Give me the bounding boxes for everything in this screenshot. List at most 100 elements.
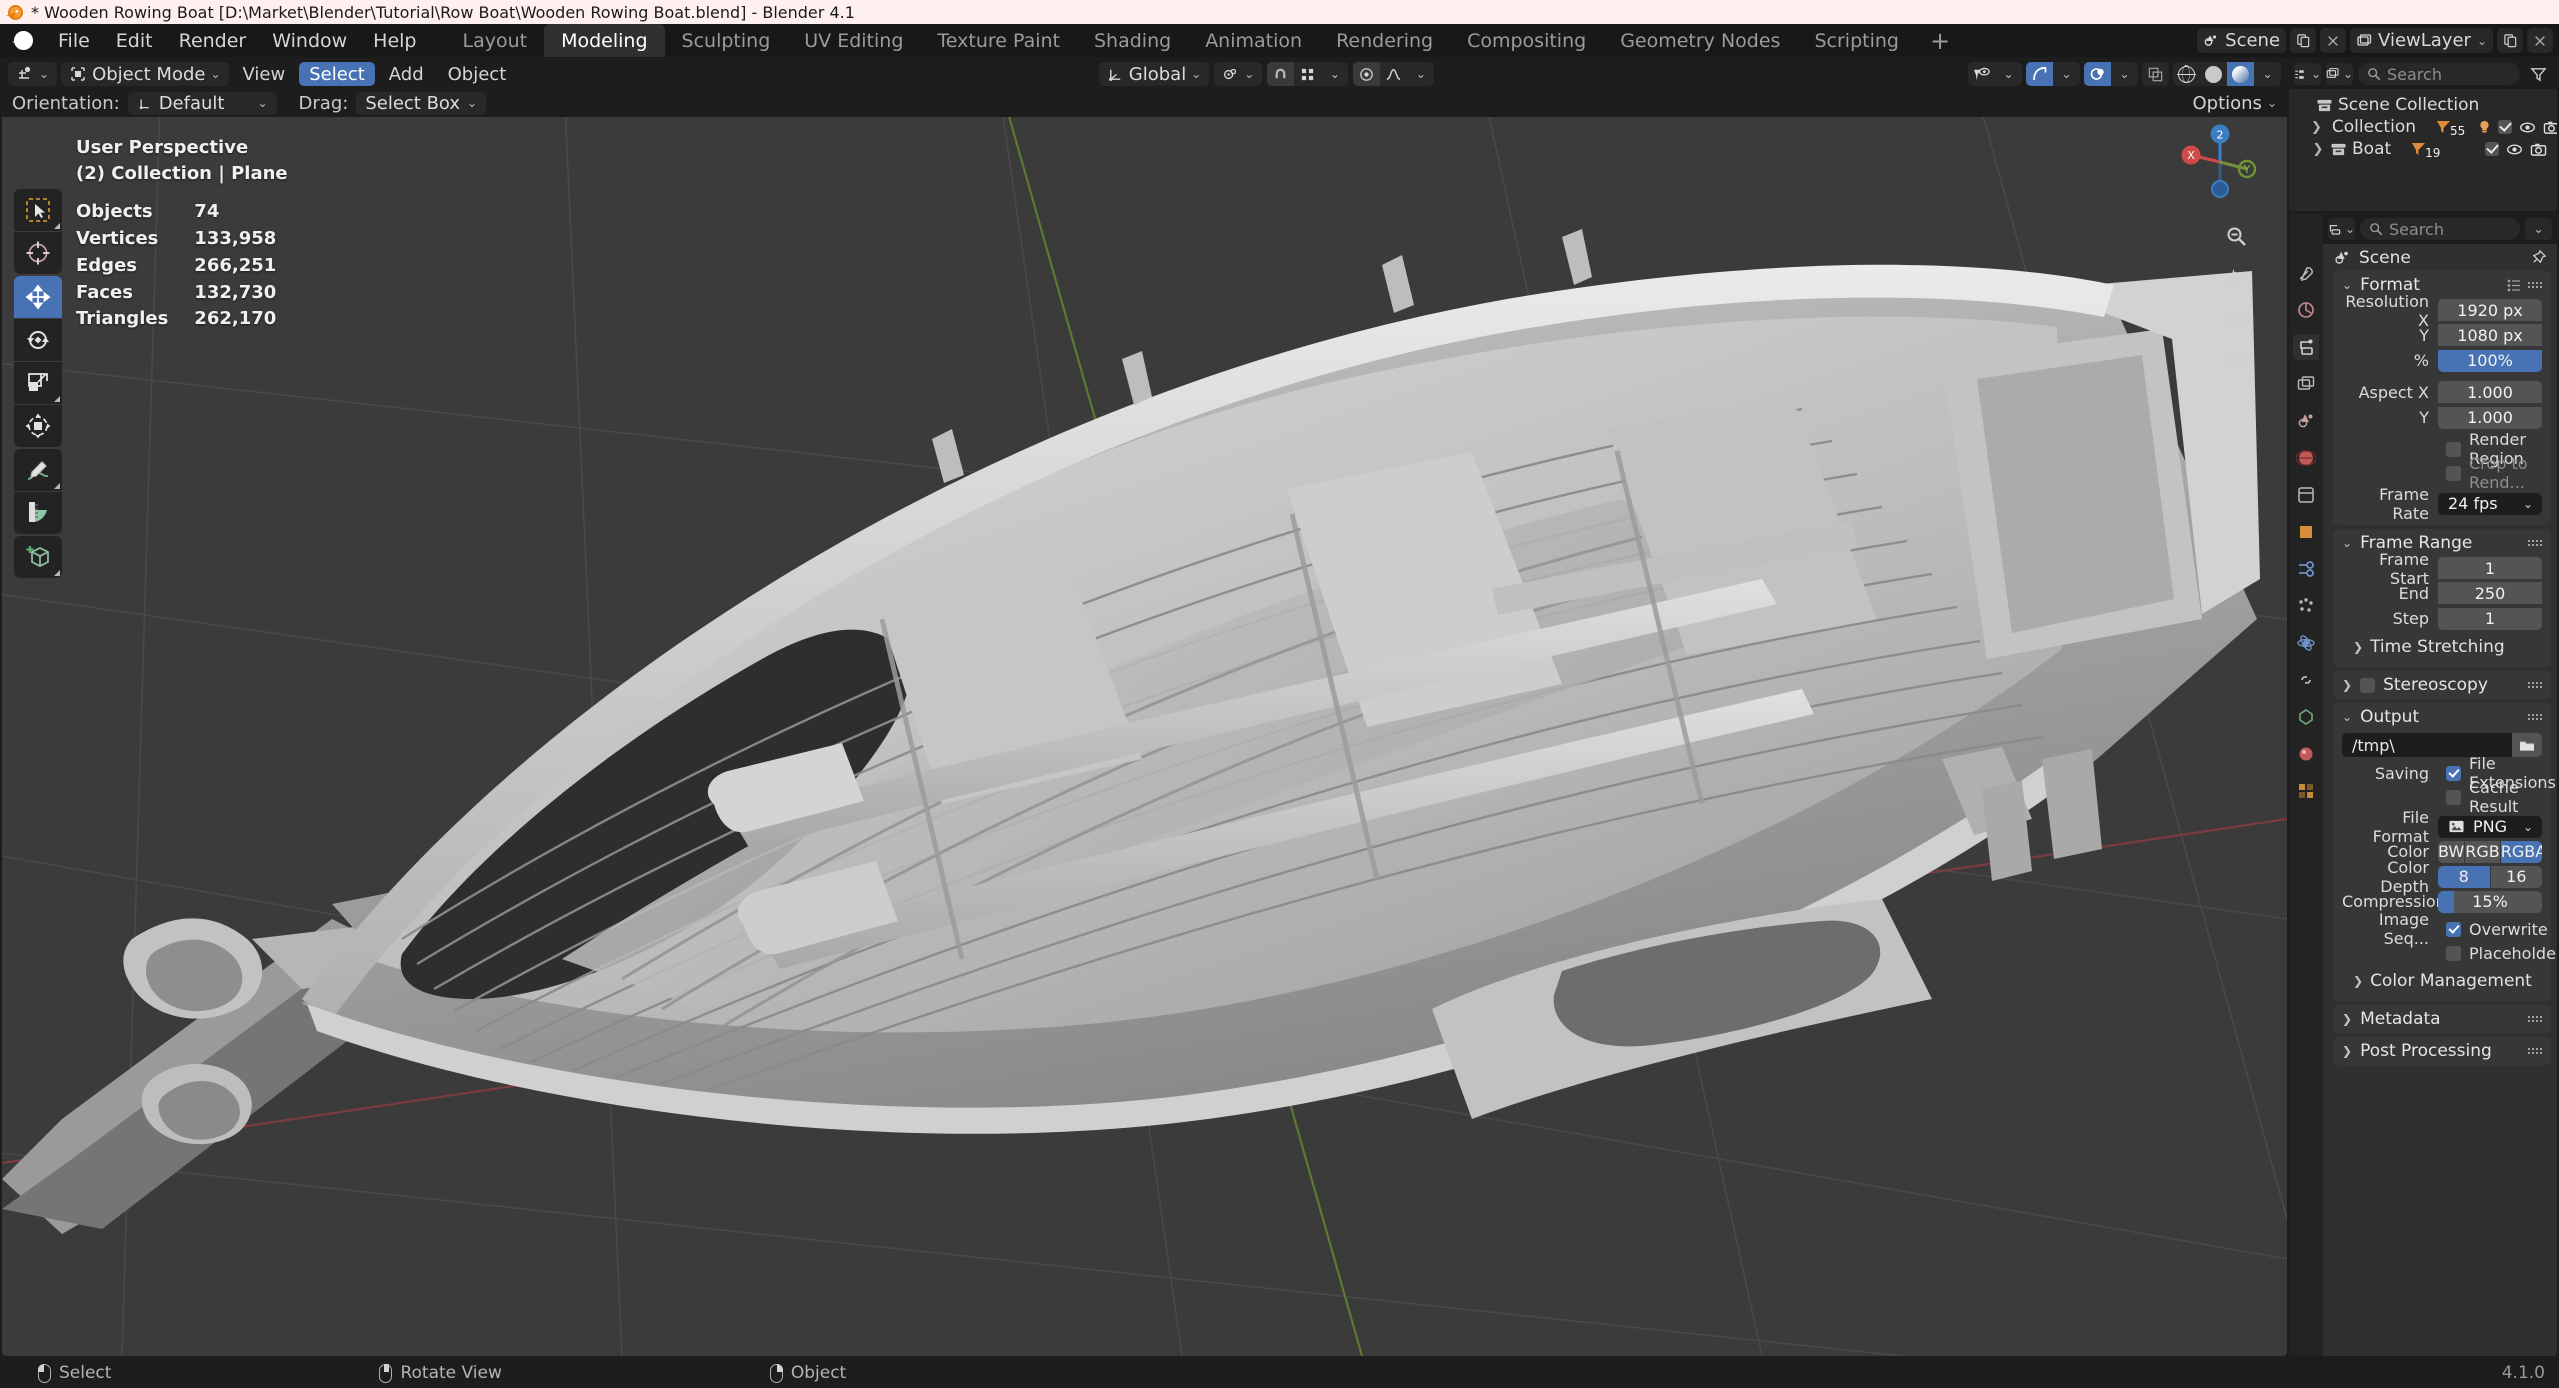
new-scene-button[interactable] bbox=[2290, 28, 2317, 53]
gizmo-controls[interactable]: ⌄ bbox=[2026, 62, 2080, 86]
move-tool[interactable] bbox=[14, 276, 62, 318]
move-view-icon[interactable] bbox=[2221, 263, 2251, 293]
pivot-point-selector[interactable]: ⌄ bbox=[1214, 62, 1263, 86]
rotate-tool[interactable] bbox=[14, 319, 62, 361]
placeholders-checkbox[interactable] bbox=[2446, 945, 2461, 961]
falloff-curve-icon[interactable] bbox=[1380, 62, 1407, 86]
navigation-gizmo[interactable]: 2 X Y bbox=[2177, 119, 2263, 205]
shading-solid-button[interactable] bbox=[2200, 62, 2227, 86]
object-visibility-controls[interactable]: ⌄ bbox=[1968, 62, 2022, 86]
viewlayer-selector[interactable]: ViewLayer ⌄ bbox=[2350, 28, 2493, 53]
collection-checkbox[interactable] bbox=[2498, 120, 2513, 134]
properties-tab-object-data[interactable] bbox=[2293, 704, 2319, 730]
menu-render[interactable]: Render bbox=[166, 24, 260, 57]
tweak-select-tool[interactable] bbox=[14, 189, 62, 231]
aspect-y-field[interactable]: 1.000 bbox=[2438, 406, 2542, 429]
snap-to-grid-icon[interactable] bbox=[1294, 62, 1321, 86]
proportional-editing-controls[interactable]: ⌄ bbox=[1353, 62, 1435, 86]
camera-icon[interactable] bbox=[2543, 120, 2557, 135]
camera-icon[interactable] bbox=[2530, 142, 2547, 157]
color-depth-8[interactable]: 8 bbox=[2438, 865, 2490, 888]
snap-magnet-icon[interactable] bbox=[1267, 62, 1295, 86]
properties-tab-particles[interactable] bbox=[2293, 593, 2319, 619]
properties-tab-texture[interactable] bbox=[2293, 778, 2319, 804]
workspace-tab-uv-editing[interactable]: UV Editing bbox=[787, 24, 920, 57]
eye-icon[interactable] bbox=[2519, 121, 2536, 134]
object-visibility-icon[interactable] bbox=[1968, 62, 1995, 86]
menu-edit[interactable]: Edit bbox=[103, 24, 166, 57]
overwrite-checkbox[interactable] bbox=[2446, 921, 2461, 937]
menu-window[interactable]: Window bbox=[259, 24, 360, 57]
menu-file[interactable]: File bbox=[45, 24, 103, 57]
resolution-y-field[interactable]: 1080 px bbox=[2438, 324, 2542, 346]
workspace-tab-modeling[interactable]: Modeling bbox=[544, 24, 665, 57]
shading-material-preview-button[interactable] bbox=[2227, 62, 2254, 86]
falloff-dropdown-chevron-icon[interactable]: ⌄ bbox=[1407, 62, 1434, 86]
blender-app-menu-icon[interactable] bbox=[8, 24, 45, 57]
color-mode-bw[interactable]: BW bbox=[2438, 840, 2465, 863]
properties-tab-render[interactable] bbox=[2293, 297, 2319, 323]
chevron-right-icon[interactable]: ❯ bbox=[2311, 120, 2322, 135]
properties-search-input[interactable]: Search bbox=[2360, 218, 2520, 240]
pin-icon[interactable] bbox=[2530, 249, 2547, 266]
drag-handle-icon[interactable] bbox=[2528, 1016, 2542, 1022]
post-processing-panel-header[interactable]: ❯ Post Processing bbox=[2333, 1037, 2551, 1065]
filter-icon[interactable] bbox=[2525, 63, 2552, 85]
outliner-row-boat[interactable]: ❯ Boat 19 bbox=[2291, 138, 2555, 160]
outliner-search-input[interactable]: Search bbox=[2358, 63, 2520, 85]
format-panel[interactable]: ⌄ Format Resolution X 1920 px Y 1080 px bbox=[2333, 271, 2551, 525]
properties-editor[interactable]: ⌄ Search ⌄ Scene ⌄ Format Resolution X 1… bbox=[2289, 214, 2557, 1356]
scene-selector[interactable]: Scene bbox=[2197, 28, 2287, 53]
aspect-x-field[interactable]: 1.000 bbox=[2438, 381, 2542, 403]
properties-tab-modifiers[interactable] bbox=[2293, 556, 2319, 582]
gizmo-dropdown-chevron-icon[interactable]: ⌄ bbox=[2053, 62, 2080, 86]
orientation-selector[interactable]: Default ⌄ bbox=[127, 91, 277, 115]
outliner-display-mode-icon[interactable]: ⌄ bbox=[2294, 63, 2321, 85]
compression-slider[interactable]: 15% bbox=[2438, 890, 2542, 913]
outliner-filter-scene-icon[interactable]: ⌄ bbox=[2326, 63, 2353, 85]
zoom-icon[interactable] bbox=[2221, 221, 2251, 251]
drag-handle-icon[interactable] bbox=[2528, 1048, 2542, 1054]
drag-handle-icon[interactable] bbox=[2528, 682, 2542, 688]
properties-tab-physics[interactable] bbox=[2293, 630, 2319, 656]
color-mode-rgba[interactable]: RGBA bbox=[2500, 840, 2542, 863]
snap-dropdown-chevron-icon[interactable]: ⌄ bbox=[1321, 62, 1348, 86]
camera-view-icon[interactable] bbox=[2221, 305, 2251, 335]
remove-scene-button[interactable] bbox=[2320, 28, 2347, 53]
frame-end-field[interactable]: 250 bbox=[2438, 582, 2542, 604]
frame-start-field[interactable]: 1 bbox=[2438, 557, 2542, 579]
properties-tab-view-layer[interactable] bbox=[2293, 371, 2319, 397]
transform-tool[interactable] bbox=[14, 405, 62, 447]
workspace-tab-layout[interactable]: Layout bbox=[446, 24, 545, 57]
properties-tab-output[interactable] bbox=[2293, 334, 2319, 360]
frame-range-panel[interactable]: ⌄ Frame Range Frame Start 1 End 250 Step bbox=[2333, 529, 2551, 667]
viewport-shading-modes[interactable]: ⌄ bbox=[2173, 62, 2281, 86]
post-processing-panel[interactable]: ❯ Post Processing bbox=[2333, 1037, 2551, 1065]
scale-tool[interactable] bbox=[14, 362, 62, 404]
drag-action-selector[interactable]: Select Box ⌄ bbox=[356, 91, 487, 115]
editor-type-selector[interactable]: ⌄ bbox=[8, 62, 58, 86]
viewport-menu-select[interactable]: Select bbox=[299, 62, 375, 86]
viewport-menu-object[interactable]: Object bbox=[438, 62, 517, 86]
outliner-editor[interactable]: ⌄ ⌄ Search Scene Collection ❯ Collection… bbox=[2289, 59, 2557, 211]
chevron-right-icon[interactable]: ❯ bbox=[2311, 142, 2325, 157]
xray-toggle[interactable] bbox=[2142, 62, 2169, 86]
workspace-tab-texture-paint[interactable]: Texture Paint bbox=[920, 24, 1077, 57]
gizmo-icon[interactable] bbox=[2026, 62, 2053, 86]
snapping-controls[interactable]: ⌄ bbox=[1267, 62, 1349, 86]
workspace-tab-rendering[interactable]: Rendering bbox=[1319, 24, 1450, 57]
shading-wireframe-button[interactable] bbox=[2173, 62, 2200, 86]
properties-tab-tool[interactable] bbox=[2293, 260, 2319, 286]
crop-to-render-region-checkbox[interactable] bbox=[2446, 465, 2461, 481]
resolution-percent-field[interactable]: 100% bbox=[2438, 349, 2542, 372]
file-format-dropdown[interactable]: PNG ⌄ bbox=[2438, 815, 2542, 838]
cache-result-checkbox[interactable] bbox=[2446, 789, 2461, 805]
resolution-x-field[interactable]: 1920 px bbox=[2438, 299, 2542, 321]
3d-viewport[interactable]: ⌄ Object Mode ⌄ View Select Add Object G… bbox=[2, 59, 2287, 1356]
overlays-dropdown-chevron-icon[interactable]: ⌄ bbox=[2111, 62, 2138, 86]
new-viewlayer-button[interactable] bbox=[2497, 28, 2523, 53]
output-panel[interactable]: ⌄ Output /tmp\ Saving File Extensions Ca… bbox=[2333, 703, 2557, 1001]
add-cube-tool[interactable] bbox=[14, 536, 62, 578]
toggle-perspective-icon[interactable] bbox=[2221, 347, 2251, 377]
frame-rate-dropdown[interactable]: 24 fps ⌄ bbox=[2438, 492, 2542, 515]
